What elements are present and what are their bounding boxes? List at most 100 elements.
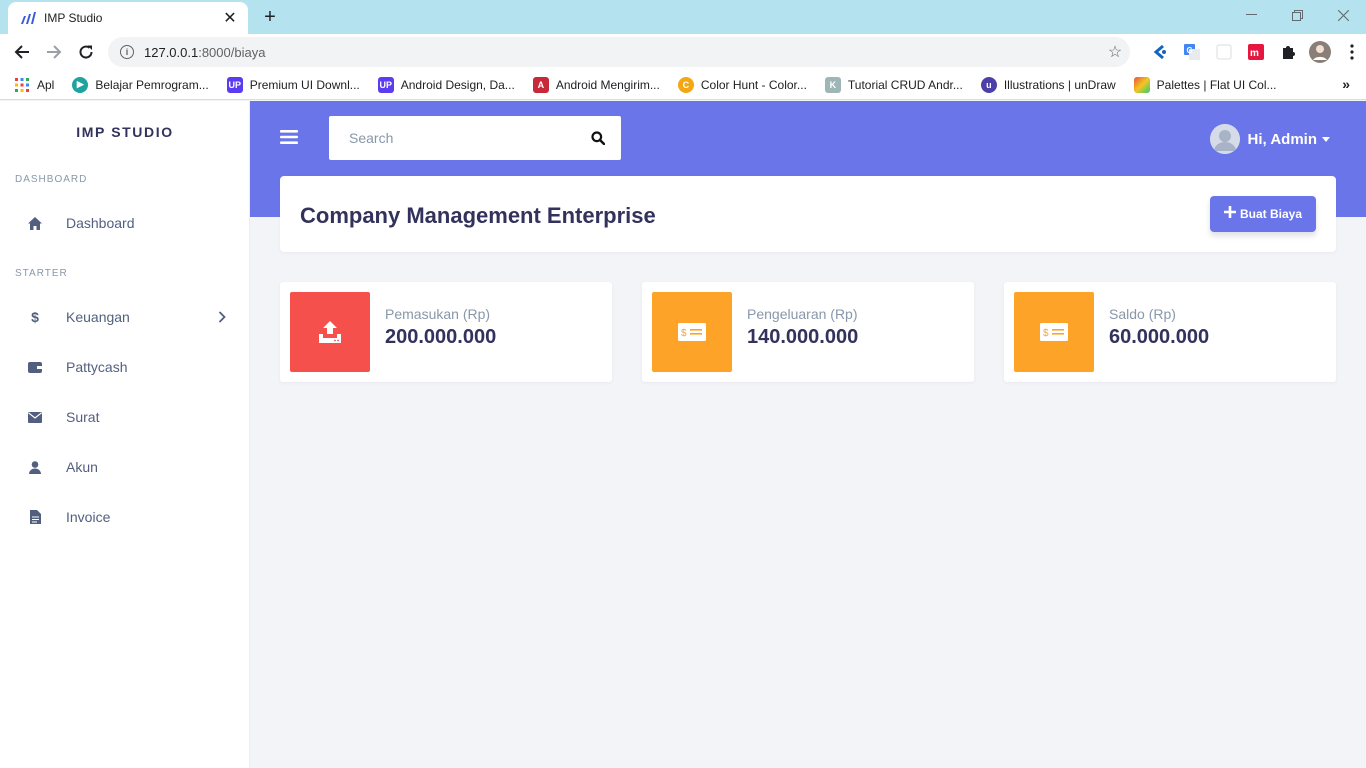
caret-down-icon <box>1322 136 1330 142</box>
bookmark-item[interactable]: Palettes | Flat UI Col... <box>1133 76 1277 93</box>
chevron-right-icon <box>212 311 232 323</box>
extension-k-icon[interactable] <box>1148 40 1172 64</box>
stat-card-saldo: $ Saldo (Rp) 60.000.000 <box>1004 282 1336 382</box>
bookmark-favicon-icon: K <box>824 76 841 93</box>
forward-icon[interactable] <box>40 38 68 66</box>
reload-icon[interactable] <box>72 38 100 66</box>
search-input[interactable] <box>349 130 575 146</box>
minimize-icon[interactable] <box>1228 0 1274 30</box>
bookmark-item[interactable]: A Android Mengirim... <box>532 76 660 93</box>
bookmark-label: Color Hunt - Color... <box>700 77 807 92</box>
upload-icon <box>290 292 370 372</box>
stat-value: 60.000.000 <box>1109 326 1210 348</box>
bookmark-label: Android Mengirim... <box>555 77 660 92</box>
money-icon: $ <box>1014 292 1094 372</box>
profile-avatar-icon[interactable] <box>1308 40 1332 64</box>
user-greeting: Hi, Admin <box>1247 130 1317 148</box>
close-window-icon[interactable] <box>1320 0 1366 30</box>
page-header-card: Company Management Enterprise Buat Biaya <box>280 176 1336 252</box>
brand-title[interactable]: IMP STUDIO <box>0 124 250 140</box>
browser-toolbar: i 127.0.0.1:8000/biaya ☆ G m <box>0 34 1366 70</box>
sidebar-item-pattycash[interactable]: Pattycash <box>0 347 250 387</box>
bookmark-item[interactable]: u Illustrations | unDraw <box>980 76 1116 93</box>
bookmark-favicon-icon <box>1133 76 1150 93</box>
stat-card-pengeluaran: $ Pengeluaran (Rp) 140.000.000 <box>642 282 974 382</box>
stat-value: 200.000.000 <box>385 326 497 348</box>
stat-label: Pemasukan (Rp) <box>385 306 491 322</box>
dollar-icon: $ <box>31 309 39 325</box>
user-menu[interactable]: Hi, Admin <box>1209 123 1330 155</box>
bookmark-item[interactable]: UP Premium UI Downl... <box>226 76 360 93</box>
stat-value: 140.000.000 <box>747 326 859 348</box>
bookmark-item[interactable]: C Color Hunt - Color... <box>677 76 807 93</box>
browser-titlebar: IMP Studio ✕ + <box>0 0 1366 34</box>
bookmark-favicon-icon: A <box>532 76 549 93</box>
bookmark-item[interactable]: UP Android Design, Da... <box>377 76 515 93</box>
page-title: Company Management Enterprise <box>300 203 656 228</box>
sidebar-item-label: Invoice <box>66 509 111 525</box>
bookmark-label: Premium UI Downl... <box>249 77 360 92</box>
sidebar-item-invoice[interactable]: Invoice <box>0 497 250 537</box>
url-path: :8000/biaya <box>198 44 266 60</box>
plus-icon <box>1223 206 1236 222</box>
sidebar-item-dashboard[interactable]: Dashboard <box>0 203 250 243</box>
imp-logo-icon <box>20 10 36 26</box>
bookmarks-bar: Apl ▶ Belajar Pemrogram... UP Premium UI… <box>0 70 1366 100</box>
extension-grid-icon[interactable] <box>1212 40 1236 64</box>
bookmark-label: Apl <box>37 77 55 92</box>
sidebar-item-label: Keuangan <box>66 309 130 325</box>
bookmark-item[interactable]: K Tutorial CRUD Andr... <box>824 76 963 93</box>
close-tab-icon[interactable]: ✕ <box>222 10 238 27</box>
bookmark-apps[interactable]: Apl <box>14 77 54 93</box>
url-text[interactable]: 127.0.0.1:8000/biaya <box>144 45 1100 60</box>
star-icon[interactable]: ☆ <box>1100 42 1130 62</box>
bookmark-favicon-icon: C <box>677 76 694 93</box>
stat-label: Saldo (Rp) <box>1109 306 1176 322</box>
bookmark-favicon-icon: ▶ <box>72 76 89 93</box>
avatar <box>1209 124 1240 154</box>
file-icon <box>28 510 42 524</box>
money-icon: $ <box>652 292 732 372</box>
stat-label: Pengeluaran (Rp) <box>747 306 858 322</box>
user-icon <box>28 460 42 474</box>
home-icon <box>28 216 42 230</box>
create-biaya-label: Buat Biaya <box>1239 207 1302 221</box>
info-icon[interactable]: i <box>120 45 134 59</box>
search-icon[interactable] <box>575 131 621 145</box>
browser-tab[interactable]: IMP Studio ✕ <box>8 2 248 34</box>
bookmark-item[interactable]: ▶ Belajar Pemrogram... <box>72 76 209 93</box>
section-label-dashboard: DASHBOARD <box>15 174 88 185</box>
more-bookmarks-icon[interactable]: » <box>1342 76 1350 92</box>
create-biaya-button[interactable]: Buat Biaya <box>1209 196 1316 232</box>
restore-icon[interactable] <box>1274 0 1320 30</box>
window-controls <box>1228 0 1366 30</box>
extension-m-icon[interactable]: m <box>1244 40 1268 64</box>
bookmark-favicon-icon: u <box>980 76 997 93</box>
new-tab-icon[interactable]: + <box>258 6 282 28</box>
sidebar-item-label: Surat <box>66 409 100 425</box>
svg-text:G: G <box>1187 46 1193 55</box>
svg-text:m: m <box>1250 48 1259 59</box>
bookmark-label: Android Design, Da... <box>400 77 515 92</box>
sidebar-item-akun[interactable]: Akun <box>0 447 250 487</box>
puzzle-icon[interactable] <box>1276 40 1300 64</box>
back-icon[interactable] <box>8 38 36 66</box>
svg-text:$: $ <box>681 328 687 339</box>
address-bar[interactable]: i 127.0.0.1:8000/biaya ☆ <box>108 37 1130 67</box>
sidebar-item-surat[interactable]: Surat <box>0 397 250 437</box>
hamburger-menu-icon[interactable] <box>280 129 298 147</box>
bookmark-label: Illustrations | unDraw <box>1003 77 1116 92</box>
translate-icon[interactable]: G <box>1180 40 1204 64</box>
sidebar-item-keuangan[interactable]: $ Keuangan <box>0 297 250 337</box>
section-label-starter: STARTER <box>15 268 68 279</box>
search-box <box>329 116 621 160</box>
wallet-icon <box>28 360 42 374</box>
url-host: 127.0.0.1 <box>144 44 199 60</box>
bookmark-favicon-icon: UP <box>377 76 394 93</box>
bookmark-label: Tutorial CRUD Andr... <box>847 77 963 92</box>
apps-grid-icon <box>14 77 30 93</box>
sidebar-item-label: Akun <box>66 459 98 475</box>
bookmark-label: Belajar Pemrogram... <box>95 77 209 92</box>
tab-title: IMP Studio <box>44 11 103 25</box>
kebab-menu-icon[interactable] <box>1340 40 1364 64</box>
